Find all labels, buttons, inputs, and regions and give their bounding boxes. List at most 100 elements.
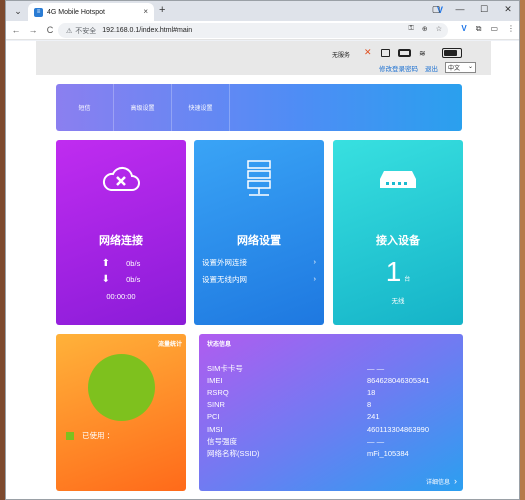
sim-icon <box>381 49 390 57</box>
menu-icon[interactable]: ⋮ <box>507 24 515 34</box>
network-connection-card[interactable]: 网络连接 ⬆ 0b/s ⬇ 0b/s 00:00:00 <box>56 140 186 325</box>
main-menu: 短信 高级设置 快速设置 <box>56 84 462 131</box>
change-password-link[interactable]: 修改登录密码 <box>379 63 418 73</box>
status-key: IMEI <box>207 375 223 385</box>
wan-settings-label: 设置外网连接 <box>202 258 247 267</box>
browser-toolbar: ← → C ⚠ 不安全 192.168.0.1/index.html#main … <box>6 21 519 40</box>
download-speed: 0b/s <box>126 275 141 284</box>
table-row: IMEI 864628046305341 <box>207 374 457 386</box>
tab-strip: ⌄ ≡ 4G Mobile Hotspot × + V ▢ — ☐ ✕ <box>6 1 519 21</box>
device-connection-type: 无线 <box>391 298 405 305</box>
status-key: PCI <box>207 412 220 422</box>
wan-settings-link[interactable]: 设置外网连接 › <box>202 257 316 268</box>
table-row: 网络名称(SSID) mFi_105384 <box>207 447 457 459</box>
network-connection-title: 网络连接 <box>99 235 143 247</box>
status-header: 无服务 ✕ ≋ 修改登录密码 退出 中文 ⌄ <box>36 41 491 75</box>
browser-tab[interactable]: ≡ 4G Mobile Hotspot × <box>28 3 154 21</box>
upload-speed: 0b/s <box>126 259 141 268</box>
status-value: — — <box>367 436 385 446</box>
chevron-right-icon: › <box>454 476 457 486</box>
more-info-link[interactable]: 详细信息 › <box>426 476 457 486</box>
tab-title: 4G Mobile Hotspot <box>47 8 105 16</box>
chevron-right-icon: › <box>313 274 317 283</box>
status-key: 信号强度 <box>207 436 237 446</box>
network-settings-title: 网络设置 <box>237 235 281 247</box>
extension-v-icon[interactable]: V <box>461 24 466 34</box>
used-legend-label: 已使用 ： <box>82 431 115 440</box>
status-key: RSRQ <box>207 387 229 397</box>
tab-list-icon[interactable]: ⌄ <box>12 5 24 17</box>
insecure-label[interactable]: 不安全 <box>75 26 96 36</box>
device-count: 1 <box>385 256 402 287</box>
back-icon[interactable]: ← <box>9 25 23 35</box>
router-page: 无服务 ✕ ≋ 修改登录密码 退出 中文 ⌄ 短信 高级设置 快速设置 网络连接… <box>6 41 519 499</box>
reload-icon[interactable]: C <box>43 25 57 35</box>
minimize-icon[interactable]: — <box>453 4 467 15</box>
connection-duration: 00:00:00 <box>106 292 136 301</box>
url-text[interactable]: 192.168.0.1/index.html#main <box>102 27 192 34</box>
status-value: — — <box>367 363 385 373</box>
zoom-icon[interactable]: ⊕ <box>422 25 428 33</box>
wifi-icon: ≋ <box>419 48 426 58</box>
more-info-label: 详细信息 <box>425 479 450 486</box>
maximize-icon[interactable]: ☐ <box>477 4 491 15</box>
router-icon <box>380 171 416 188</box>
tab-search-icon[interactable]: ▢ <box>429 4 443 15</box>
table-row: IMSI 460113304863990 <box>207 423 457 435</box>
service-status: 无服务 <box>332 53 351 59</box>
menu-item-advanced-settings[interactable]: 高级设置 <box>114 84 172 131</box>
battery-icon <box>441 48 462 58</box>
traffic-stats-title: 流量统计 <box>157 342 182 348</box>
new-tab-button[interactable]: + <box>159 4 165 16</box>
menu-item-quick-settings[interactable]: 快速设置 <box>172 84 230 131</box>
menu-item-sms[interactable]: 短信 <box>56 84 114 131</box>
status-key: IMSI <box>207 424 223 434</box>
status-info-title: 状态信息 <box>207 342 232 348</box>
status-key: 网络名称(SSID) <box>207 448 260 458</box>
logout-link[interactable]: 退出 <box>425 63 438 73</box>
connected-devices-card[interactable]: 接入设备 1台 无线 <box>333 140 463 325</box>
status-value: 8 <box>367 400 372 410</box>
upload-arrow-icon: ⬆ <box>101 258 111 269</box>
no-signal-icon: ✕ <box>364 47 372 57</box>
extensions-icon[interactable]: ⧉ <box>476 24 482 34</box>
forward-icon[interactable]: → <box>26 25 40 35</box>
table-row: SIM卡卡号 — — <box>207 362 457 374</box>
chevron-down-icon: ⌄ <box>467 64 473 70</box>
warning-icon[interactable]: ⚠ <box>66 27 72 35</box>
bookmark-star-icon[interactable]: ☆ <box>436 25 442 33</box>
status-key: SINR <box>207 400 225 410</box>
network-settings-card: 网络设置 设置外网连接 › 设置无线内网 › <box>194 140 324 325</box>
wlan-settings-label: 设置无线内网 <box>202 275 247 284</box>
table-row: SINR 8 <box>207 399 457 411</box>
traffic-stats-card: 流量统计 已使用 ： <box>56 334 186 491</box>
download-arrow-icon: ⬇ <box>101 274 111 285</box>
close-window-icon[interactable]: ✕ <box>501 4 515 15</box>
status-value: 18 <box>367 387 376 397</box>
connected-devices-title: 接入设备 <box>376 235 420 247</box>
device-count-unit: 台 <box>404 277 411 283</box>
favicon-icon: ≡ <box>34 7 43 17</box>
status-info-card: 状态信息 SIM卡卡号 — — IMEI 864628046305341 RSRQ 1… <box>199 334 463 491</box>
table-row: RSRQ 18 <box>207 386 457 398</box>
status-value: 864628046305341 <box>367 375 430 385</box>
cloud-disconnected-icon <box>102 166 140 191</box>
tab-close-icon[interactable]: × <box>143 7 148 16</box>
browser-window: ⌄ ≡ 4G Mobile Hotspot × + V ▢ — ☐ ✕ ← → … <box>5 0 520 500</box>
key-icon[interactable]: ⚿ <box>409 25 414 33</box>
status-key: SIM卡卡号 <box>207 363 243 373</box>
language-select[interactable]: 中文 ⌄ <box>445 62 476 73</box>
status-table: SIM卡卡号 — — IMEI 864628046305341 RSRQ 18 SIN… <box>207 362 457 460</box>
profile-icon[interactable]: ▭ <box>490 24 498 34</box>
chevron-right-icon: › <box>313 257 317 266</box>
traffic-usage-chart <box>88 354 155 421</box>
status-value: mFi_105384 <box>367 448 409 458</box>
table-row: 信号强度 — — <box>207 435 457 447</box>
device-icon <box>398 49 411 57</box>
address-bar[interactable]: ⚠ 不安全 192.168.0.1/index.html#main ⚿ ⊕ ☆ <box>58 23 448 38</box>
server-icon <box>247 160 271 196</box>
status-value: 460113304863990 <box>367 424 430 434</box>
status-value: 241 <box>367 412 380 422</box>
wlan-settings-link[interactable]: 设置无线内网 › <box>202 274 316 285</box>
language-value: 中文 <box>448 66 461 72</box>
